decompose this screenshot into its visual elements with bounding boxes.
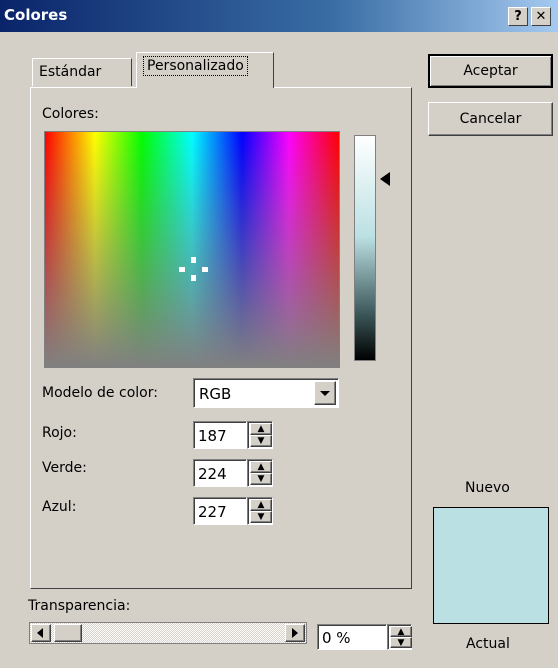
spin-down-icon[interactable]: ▼ <box>250 435 272 447</box>
spin-down-icon[interactable]: ▼ <box>390 637 412 648</box>
new-label: Nuevo <box>465 480 510 496</box>
dropdown-button[interactable] <box>314 381 336 405</box>
green-label: Verde: <box>42 460 87 476</box>
colors-label-text: Colores: <box>42 106 99 122</box>
blue-value[interactable]: 227 <box>193 497 247 525</box>
scroll-left-button[interactable] <box>31 624 51 642</box>
transparency-stepper-arrows: ▲ ▼ <box>387 624 412 650</box>
spin-up-icon[interactable]: ▲ <box>390 626 412 637</box>
transparency-stepper[interactable]: 0 % ▲ ▼ <box>317 624 412 650</box>
tab-estandar-label: Estándar <box>39 64 102 80</box>
green-value[interactable]: 224 <box>193 459 247 487</box>
tab-personalizado[interactable]: Personalizado <box>136 52 274 88</box>
luminance-slider[interactable] <box>354 135 376 361</box>
spin-up-icon[interactable]: ▲ <box>250 499 272 511</box>
red-stepper-arrows: ▲ ▼ <box>247 421 273 449</box>
color-model-label-text: Modelo de color: <box>42 385 158 401</box>
transparency-thumb[interactable] <box>54 624 82 642</box>
red-label-text: Rojo: <box>42 425 77 441</box>
cancel-button-label: Cancelar <box>459 111 522 127</box>
color-model-label: Modelo de color: <box>42 385 158 401</box>
spin-up-icon[interactable]: ▲ <box>250 423 272 435</box>
help-icon[interactable]: ? <box>508 7 528 26</box>
blue-label: Azul: <box>42 499 76 515</box>
green-stepper[interactable]: 224 ▲ ▼ <box>193 459 273 487</box>
red-stepper[interactable]: 187 ▲ ▼ <box>193 421 273 449</box>
spin-down-icon[interactable]: ▼ <box>250 511 272 523</box>
window-title: Colores <box>4 6 68 24</box>
cancel-button[interactable]: Cancelar <box>428 102 553 136</box>
transparency-slider[interactable] <box>29 622 307 644</box>
colors-label: Colores: <box>42 106 99 122</box>
blue-label-text: Azul: <box>42 499 77 515</box>
tab-personalizado-label: Personalizado <box>143 56 248 76</box>
dropdown-arrow-icon <box>320 391 330 396</box>
scroll-right-button[interactable] <box>285 624 305 642</box>
spin-up-icon[interactable]: ▲ <box>250 461 272 473</box>
transparency-value[interactable]: 0 % <box>317 624 387 650</box>
color-spectrum[interactable] <box>44 131 340 368</box>
ok-button[interactable]: Aceptar <box>428 54 553 88</box>
crosshair-icon <box>179 257 208 281</box>
transparency-label: Transparencia: <box>28 598 130 614</box>
scroll-left-icon <box>37 628 43 638</box>
tab-estandar[interactable]: Estándar <box>32 58 132 86</box>
close-icon[interactable]: ✕ <box>531 7 551 26</box>
red-label: Rojo: <box>42 425 77 441</box>
color-model-value: RGB <box>199 385 232 403</box>
new-color-swatch <box>433 507 549 624</box>
spin-down-icon[interactable]: ▼ <box>250 473 272 485</box>
current-label-text: Actual <box>466 636 510 652</box>
color-model-select[interactable]: RGB <box>193 378 339 408</box>
red-value[interactable]: 187 <box>193 421 247 449</box>
ok-button-label: Aceptar <box>463 63 518 79</box>
slider-arrow-icon[interactable] <box>380 172 392 186</box>
scroll-right-icon <box>292 628 298 638</box>
title-bar: Colores ? ✕ <box>0 0 558 32</box>
blue-stepper[interactable]: 227 ▲ ▼ <box>193 497 273 525</box>
blue-stepper-arrows: ▲ ▼ <box>247 497 273 525</box>
transparency-label-text: Transparencia: <box>28 598 131 614</box>
new-label-text: Nuevo <box>465 480 510 496</box>
current-label: Actual <box>466 636 510 652</box>
green-label-text: Verde: <box>42 460 87 476</box>
green-stepper-arrows: ▲ ▼ <box>247 459 273 487</box>
